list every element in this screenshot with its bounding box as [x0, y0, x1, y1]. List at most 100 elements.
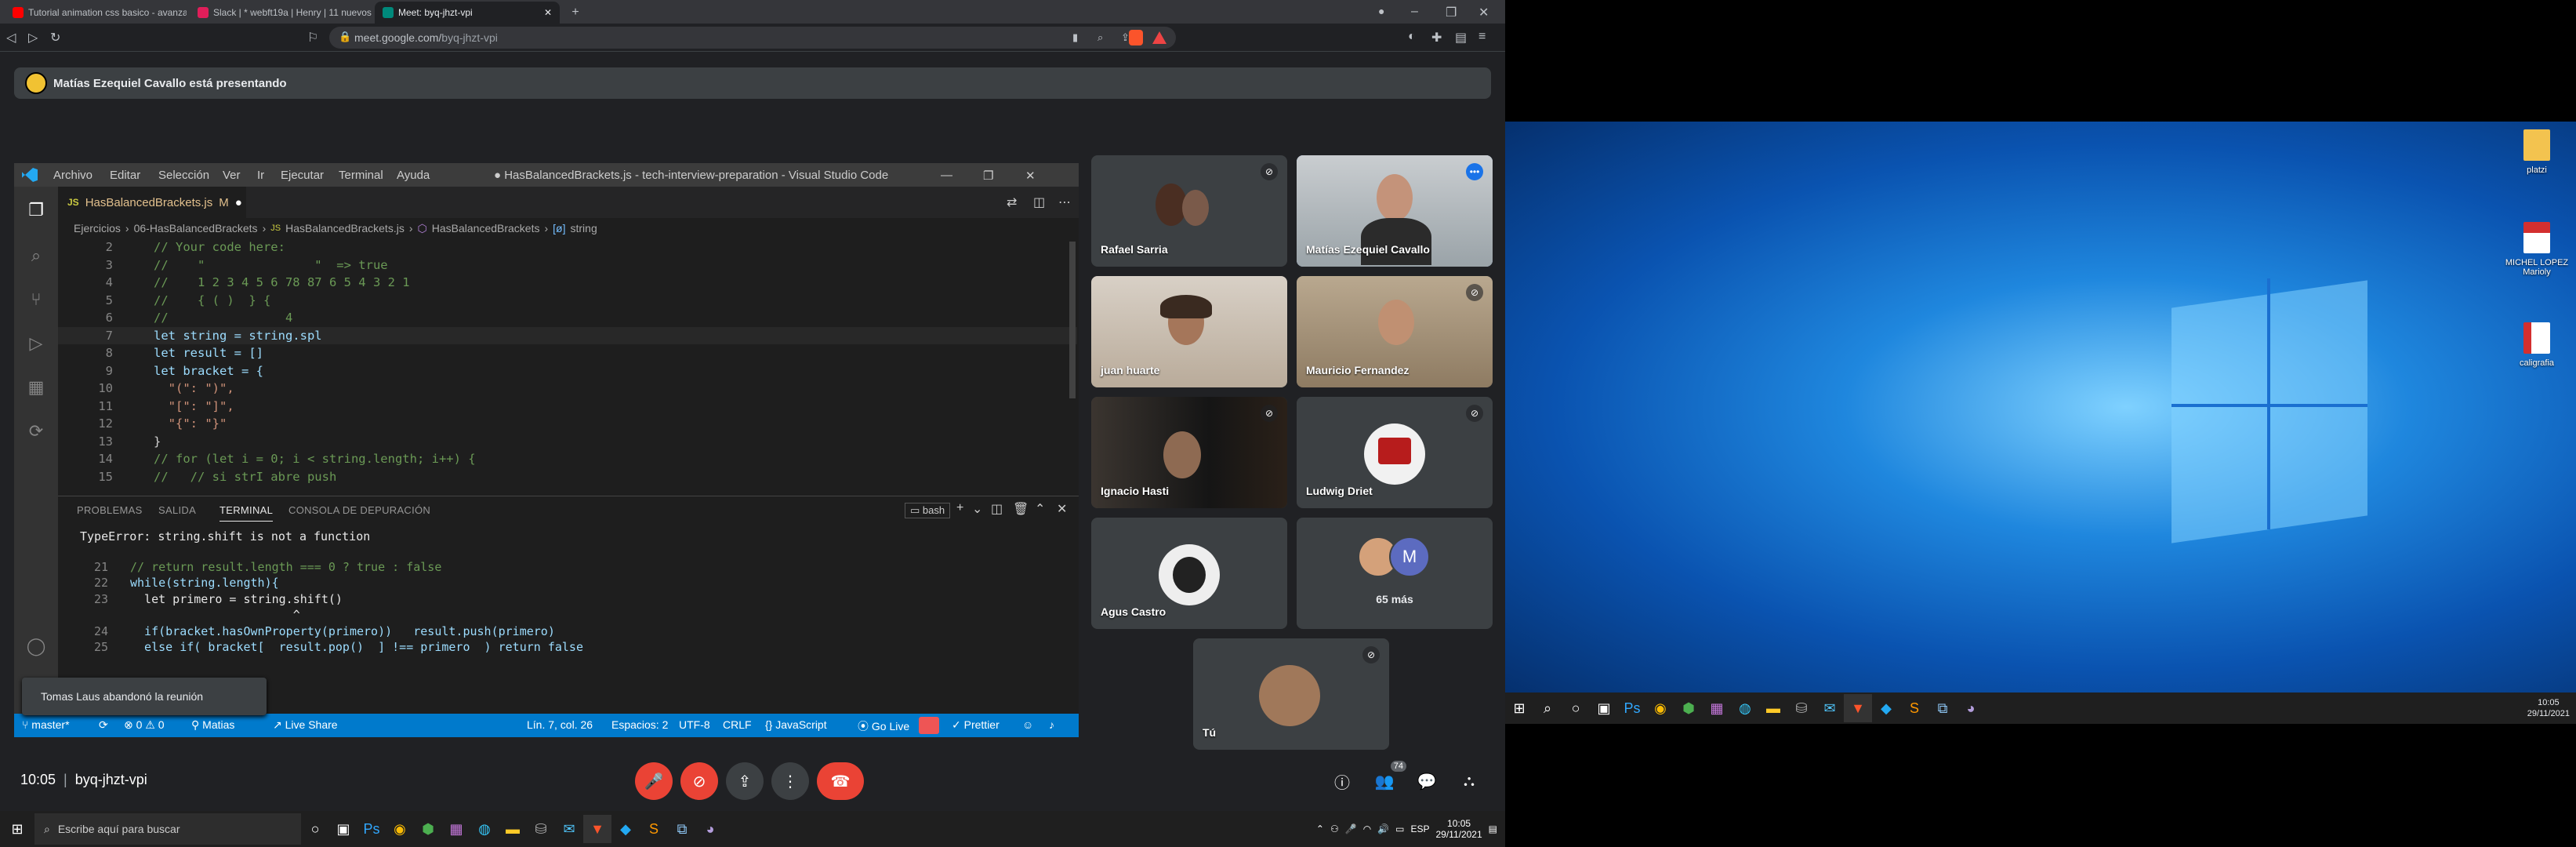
camera-icon[interactable]: ▮ [1072, 31, 1078, 44]
brave-rewards-icon[interactable] [1152, 31, 1166, 44]
forward-icon[interactable]: ▷ [28, 30, 38, 45]
maximize-panel-icon[interactable]: ⌃ [1035, 501, 1045, 517]
indentation[interactable]: Espacios: 2 [611, 718, 668, 731]
network-icon[interactable]: ⚇ [1330, 823, 1339, 834]
chrome-icon[interactable]: ◉ [386, 815, 414, 843]
store-icon[interactable]: ⛁ [1787, 694, 1816, 722]
source-control-icon[interactable]: ⑂ [24, 287, 49, 312]
chat-button[interactable]: 💬 [1411, 762, 1442, 800]
cortana-icon[interactable]: ○ [1562, 694, 1590, 722]
file-explorer-icon[interactable]: ▬ [499, 815, 527, 843]
code-line[interactable]: 7 let string = string.spl [58, 326, 1077, 344]
vscode-icon[interactable]: ◆ [611, 815, 640, 843]
meeting-info-button[interactable]: ⓘ [1326, 762, 1358, 800]
close-panel-icon[interactable]: ✕ [1057, 501, 1067, 517]
menu-ir[interactable]: Ir [257, 169, 264, 182]
code-line[interactable]: 8 let result = [] [58, 344, 1077, 362]
menu-ayuda[interactable]: Ayuda [397, 169, 430, 182]
desktop-icon-pdf[interactable]: MICHEL LOPEZ Marioly [2504, 222, 2570, 277]
chrome-icon[interactable]: ◉ [1646, 694, 1674, 722]
self-tile[interactable]: ⊘ Tú [1193, 638, 1389, 750]
vscode-icon[interactable]: ◆ [1872, 694, 1900, 722]
app-icon[interactable]: ⬢ [414, 815, 442, 843]
more-options-button[interactable]: ⋮ [771, 762, 809, 800]
wallet-icon[interactable]: ▤ [1455, 30, 1467, 45]
code-line[interactable]: 9 let bracket = { [58, 362, 1077, 380]
minimize-icon[interactable]: — [941, 169, 952, 182]
user-status[interactable]: ⚲ Matias [191, 718, 234, 732]
menu-editar[interactable]: Editar [110, 169, 140, 182]
menu-seleccion[interactable]: Selección [158, 169, 209, 182]
app-icon[interactable]: ⧉ [1928, 694, 1957, 722]
more-actions-icon[interactable]: ⋯ [1058, 194, 1071, 210]
split-editor-icon[interactable]: ◫ [1033, 194, 1045, 210]
task-view-icon[interactable]: ▣ [329, 815, 357, 843]
minimize-icon[interactable]: – [1411, 5, 1418, 19]
add-terminal-icon[interactable]: + [956, 501, 963, 515]
url-field[interactable]: 🔒 meet.google.com/byq-jhzt-vpi [329, 27, 1176, 49]
tab-terminal[interactable]: TERMINAL [220, 504, 274, 522]
file-explorer-icon[interactable]: ▬ [1759, 694, 1787, 722]
crumb[interactable]: 06-HasBalancedBrackets [134, 222, 258, 234]
problems-status[interactable]: ⊗ 0 ⚠ 0 [124, 718, 165, 732]
shell-select[interactable]: ▭ bash [905, 503, 951, 518]
editor-tab[interactable]: JS HasBalancedBrackets.js M ● [58, 187, 246, 218]
compare-icon[interactable]: ⇄ [1007, 194, 1017, 210]
menu-ejecutar[interactable]: Ejecutar [281, 169, 324, 182]
participant-tile[interactable]: Agus Castro [1091, 518, 1287, 629]
windows-start-icon[interactable]: ⊞ [3, 815, 31, 843]
chevron-down-icon[interactable]: ⌄ [972, 501, 982, 517]
present-button[interactable]: ⇪ [726, 762, 764, 800]
code-line[interactable]: 14 // for (let i = 0; i < string.length; … [58, 450, 1077, 468]
account-icon[interactable]: ◯ [24, 634, 49, 659]
encoding[interactable]: UTF-8 [679, 718, 710, 731]
tab-problems[interactable]: PROBLEMAS [77, 504, 143, 516]
sublime-icon[interactable]: S [640, 815, 668, 843]
photoshop-icon[interactable]: Ps [1618, 694, 1646, 722]
wifi-icon[interactable]: ◠ [1363, 823, 1371, 834]
sync-icon[interactable]: ⟳ [99, 718, 108, 732]
code-line[interactable]: 2 // Your code here: [58, 238, 1077, 256]
code-line[interactable]: 3 // " " => true [58, 256, 1077, 274]
search-icon[interactable]: ⌕ [1533, 694, 1562, 722]
puzzle-icon[interactable]: ✚ [1431, 30, 1442, 45]
language-mode[interactable]: {} JavaScript [765, 718, 827, 731]
explorer-icon[interactable]: ❐ [24, 198, 49, 223]
mail-icon[interactable]: ✉ [1816, 694, 1844, 722]
participant-tile[interactable]: juan huarte [1091, 276, 1287, 387]
participant-tile[interactable]: ⊘ Rafael Sarria [1091, 155, 1287, 267]
volume-icon[interactable]: 🔊 [1377, 823, 1389, 834]
windows-start-icon[interactable]: ⊞ [1505, 694, 1533, 722]
battery-icon[interactable]: ▭ [1395, 823, 1404, 834]
eol[interactable]: CRLF [723, 718, 752, 731]
sublime-icon[interactable]: S [1900, 694, 1928, 722]
crumb[interactable]: Ejercicios [74, 222, 121, 234]
code-line[interactable]: 6 // 4 [58, 309, 1077, 327]
menu-ver[interactable]: Ver [223, 169, 241, 182]
mail-icon[interactable]: ✉ [555, 815, 583, 843]
task-view-icon[interactable]: ▣ [1590, 694, 1618, 722]
app-icon[interactable]: ◕ [696, 815, 724, 843]
crumb[interactable]: string [571, 222, 597, 234]
code-line[interactable]: 12 "{": "}" [58, 415, 1077, 433]
crumb[interactable]: HasBalancedBrackets [432, 222, 540, 234]
edge-icon[interactable]: ◍ [470, 815, 499, 843]
restore-icon[interactable]: ❐ [983, 169, 993, 183]
liveshare-status[interactable]: ↗ Live Share [273, 718, 338, 732]
code-line[interactable]: 4 // 1 2 3 4 5 6 78 87 6 5 4 3 2 1 [58, 274, 1077, 292]
app-icon[interactable]: ▦ [1703, 694, 1731, 722]
crumb[interactable]: HasBalancedBrackets.js [285, 222, 405, 234]
extension-icon[interactable]: ◐ [1408, 30, 1416, 44]
mic-icon[interactable]: 🎤 [1345, 823, 1357, 834]
language-indicator[interactable]: ESP [1410, 823, 1429, 834]
code-editor[interactable]: 2 // Your code here: 3 // " " => true 4 // 1 … [58, 238, 1077, 496]
browser-tab-active[interactable]: Meet: byq-jhzt-vpi ✕ [375, 2, 560, 24]
brave-shield-icon[interactable] [1129, 30, 1143, 45]
clock[interactable]: 10:05 29/11/2021 [2527, 697, 2576, 719]
menu-terminal[interactable]: Terminal [339, 169, 383, 182]
scrollbar[interactable] [1069, 242, 1076, 398]
run-debug-icon[interactable]: ▷ [24, 331, 49, 356]
tab-output[interactable]: SALIDA [158, 504, 196, 516]
prettier-status[interactable]: ✓ Prettier [952, 718, 1000, 732]
taskbar-search[interactable]: ⌕ Escribe aquí para buscar [34, 813, 301, 845]
